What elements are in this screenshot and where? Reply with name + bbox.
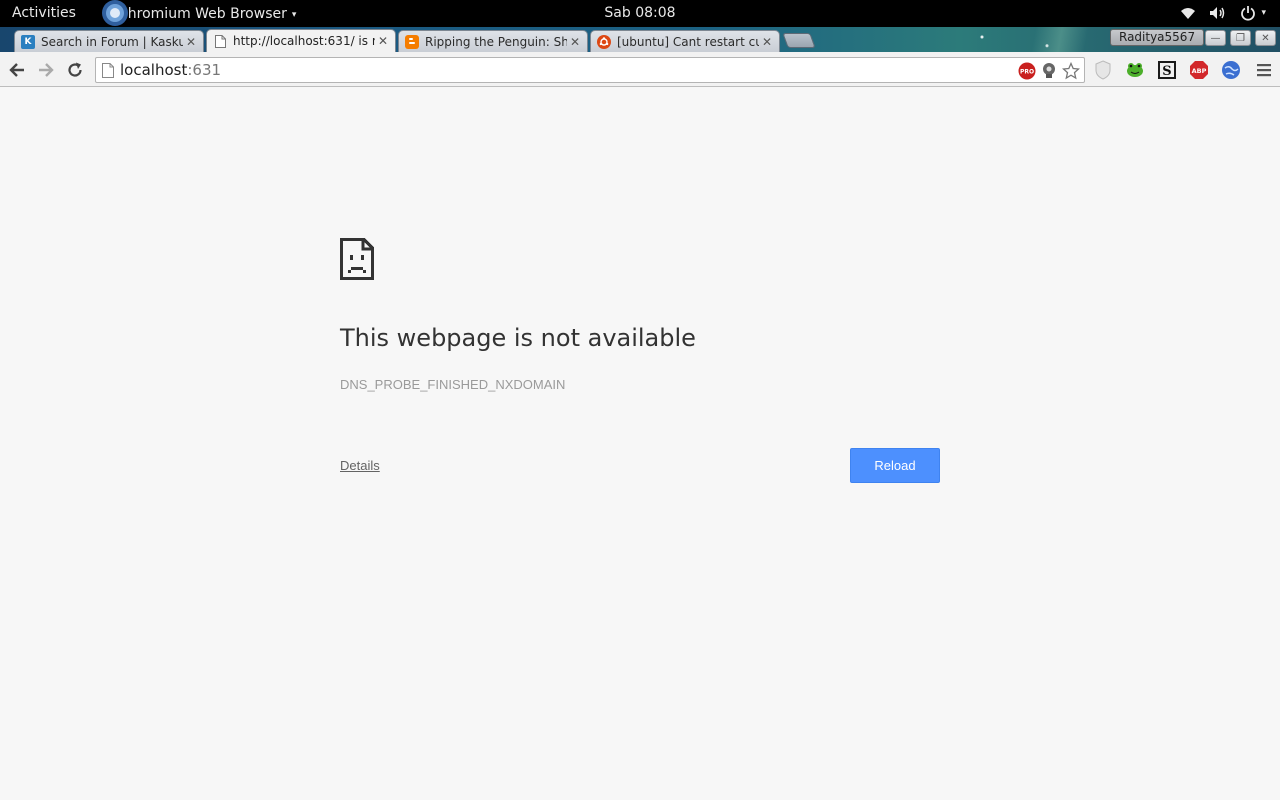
error-code: DNS_PROBE_FINISHED_NXDOMAIN — [340, 377, 566, 392]
shield-extension-icon[interactable] — [1093, 60, 1113, 80]
back-button[interactable] — [6, 59, 28, 81]
back-arrow-icon — [9, 63, 24, 77]
frog-extension-icon[interactable] — [1125, 60, 1145, 80]
tab-title: [ubuntu] Cant restart cup — [617, 34, 759, 49]
new-tab-button[interactable] — [782, 33, 816, 48]
tab-strip: K Search in Forum | Kaskus ✕ http://loca… — [0, 27, 1280, 52]
blogger-icon — [405, 34, 419, 49]
minimize-button[interactable]: — — [1205, 30, 1226, 46]
error-title: This webpage is not available — [340, 324, 696, 352]
wifi-icon[interactable] — [1179, 4, 1197, 22]
browser-toolbar: localhost:631 PRO S ABP — [0, 52, 1280, 87]
kaskus-icon: K — [21, 34, 35, 49]
forward-arrow-icon — [39, 63, 54, 77]
lightbulb-icon[interactable] — [1040, 62, 1058, 80]
s-extension-icon[interactable]: S — [1157, 60, 1177, 80]
pro-extension-label: PRO — [1020, 69, 1034, 76]
tab-ripping-the-penguin[interactable]: Ripping the Penguin: Sha ✕ — [398, 30, 588, 52]
tab-localhost[interactable]: http://localhost:631/ is n ✕ — [206, 29, 396, 52]
gnome-top-bar: Activities Chromium Web Browser ▾ Sab 08… — [0, 0, 1280, 27]
url-text: localhost:631 — [120, 61, 221, 79]
page-icon — [213, 34, 227, 48]
close-tab-icon[interactable]: ✕ — [183, 35, 199, 49]
system-status-area: ▾ — [1179, 4, 1266, 22]
close-tab-icon[interactable]: ✕ — [375, 34, 391, 48]
sad-page-icon — [340, 238, 374, 280]
bookmark-star-icon[interactable] — [1062, 62, 1080, 80]
tab-title: http://localhost:631/ is n — [233, 34, 375, 48]
close-tab-icon[interactable]: ✕ — [567, 35, 583, 49]
volume-icon[interactable] — [1209, 4, 1227, 22]
menu-icon[interactable] — [1254, 60, 1274, 80]
tab-ubuntu-forum[interactable]: [ubuntu] Cant restart cup ✕ — [590, 30, 780, 52]
tab-title: Search in Forum | Kaskus — [41, 34, 183, 49]
adblock-plus-icon[interactable]: ABP — [1189, 60, 1209, 80]
url-host: localhost — [120, 61, 188, 79]
details-link[interactable]: Details — [340, 458, 380, 473]
window-controls: — ❐ ✕ — [1205, 30, 1276, 46]
clock[interactable]: Sab 08:08 — [604, 5, 675, 21]
tab-kaskus[interactable]: K Search in Forum | Kaskus ✕ — [14, 30, 204, 52]
chromium-icon — [96, 0, 134, 27]
power-menu-caret: ▾ — [1261, 8, 1266, 18]
profile-button[interactable]: Raditya5567 — [1110, 29, 1205, 46]
page-content: This webpage is not available DNS_PROBE_… — [0, 88, 1280, 800]
close-tab-icon[interactable]: ✕ — [759, 35, 775, 49]
app-name: Chromium Web Browser — [118, 5, 287, 22]
reload-button[interactable]: Reload — [850, 448, 940, 483]
pro-extension-icon[interactable]: PRO — [1018, 62, 1036, 80]
app-menu-caret: ▾ — [291, 10, 297, 20]
maximize-button[interactable]: ❐ — [1230, 30, 1251, 46]
ubuntu-icon — [597, 34, 611, 49]
app-menu[interactable]: Chromium Web Browser ▾ — [96, 0, 296, 27]
globe-extension-icon[interactable] — [1221, 60, 1241, 80]
reload-toolbar-button[interactable] — [64, 59, 86, 81]
forward-button[interactable] — [35, 59, 57, 81]
address-bar[interactable]: localhost:631 PRO — [95, 57, 1085, 83]
svg-text:S: S — [1162, 64, 1171, 79]
tab-title: Ripping the Penguin: Sha — [425, 34, 567, 49]
page-icon — [102, 63, 114, 82]
activities-button[interactable]: Activities — [12, 5, 76, 21]
url-port: :631 — [187, 61, 222, 79]
power-icon[interactable] — [1239, 4, 1257, 22]
reload-icon — [68, 62, 82, 77]
adblock-plus-label: ABP — [1192, 67, 1207, 75]
close-window-button[interactable]: ✕ — [1255, 30, 1276, 46]
